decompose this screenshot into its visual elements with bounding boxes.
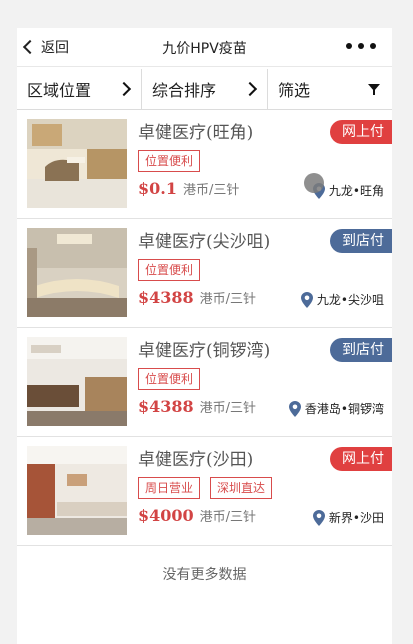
tag-list: 周日营业 深圳直达 — [138, 477, 273, 499]
location-pin-icon — [288, 400, 301, 417]
navigation-bar: 返回 九价HPV疫苗 — [17, 28, 392, 67]
page-title: 九价HPV疫苗 — [162, 41, 247, 57]
payment-badge: 网上付 — [330, 120, 392, 144]
price-unit: 港币/三针 — [182, 183, 240, 198]
clinic-name: 卓健医疗(铜锣湾) — [138, 341, 271, 361]
price-value: $4388 — [138, 288, 194, 307]
more-dots-icon — [358, 43, 364, 49]
clinic-photo — [27, 228, 127, 317]
feature-tag: 位置便利 — [138, 259, 201, 281]
location-pin-icon — [300, 291, 313, 308]
feature-tag: 位置便利 — [138, 150, 201, 172]
clinic-name: 卓健医疗(尖沙咀) — [138, 232, 271, 252]
location-label: 九龙•尖沙咀 — [316, 293, 384, 307]
chevron-right-icon — [242, 81, 258, 97]
clinic-photo — [27, 337, 127, 426]
clinic-item-tsimshatsui[interactable]: 卓健医疗(尖沙咀) 到店付 位置便利 $4388 港币/三针 九龙•尖沙咀 — [17, 219, 392, 328]
filter-icon — [368, 84, 380, 95]
app-screen: 返回 九价HPV疫苗 区域位置 综合排序 筛选 卓健医疗(旺角) 网上付 位置便… — [17, 28, 392, 644]
more-dots-icon — [370, 43, 376, 49]
payment-badge: 到店付 — [330, 338, 392, 362]
price-value: $0.1 — [138, 179, 177, 198]
price: $4388 港币/三针 — [138, 288, 256, 307]
price-value: $4388 — [138, 397, 194, 416]
tag-list: 位置便利 — [138, 368, 201, 390]
price-unit: 港币/三针 — [199, 401, 257, 416]
clinic-item-mongkok[interactable]: 卓健医疗(旺角) 网上付 位置便利 $0.1 港币/三针 九龙•旺角 — [17, 110, 392, 219]
location-pin-icon — [312, 509, 325, 526]
filter-region-label: 区域位置 — [27, 81, 92, 100]
clinic-list: 卓健医疗(旺角) 网上付 位置便利 $0.1 港币/三针 九龙•旺角 卓健医疗(… — [17, 110, 392, 546]
location: 九龙•尖沙咀 — [300, 291, 384, 308]
location: 香港岛•铜锣湾 — [288, 400, 384, 417]
tag-list: 位置便利 — [138, 150, 201, 172]
price: $4388 港币/三针 — [138, 397, 256, 416]
price: $4000 港币/三针 — [138, 506, 256, 525]
price-unit: 港币/三针 — [199, 292, 257, 307]
price-unit: 港币/三针 — [199, 510, 257, 525]
chevron-right-icon — [116, 81, 132, 97]
price: $0.1 港币/三针 — [138, 179, 239, 198]
filter-screen[interactable]: 筛选 — [267, 69, 392, 109]
more-dots-icon — [346, 43, 352, 49]
clinic-item-causewaybay[interactable]: 卓健医疗(铜锣湾) 到店付 位置便利 $4388 港币/三针 香港岛•铜锣湾 — [17, 328, 392, 437]
more-button[interactable] — [346, 38, 376, 54]
clinic-photo — [27, 119, 127, 208]
filter-sort[interactable]: 综合排序 — [141, 69, 267, 109]
location-label: 九龙•旺角 — [328, 184, 384, 198]
filter-sort-label: 综合排序 — [152, 81, 217, 100]
payment-badge: 到店付 — [330, 229, 392, 253]
clinic-photo — [27, 446, 127, 535]
price-value: $4000 — [138, 506, 194, 525]
feature-tag: 周日营业 — [138, 477, 201, 499]
feature-tag: 深圳直达 — [210, 477, 273, 499]
clinic-name: 卓健医疗(沙田) — [138, 450, 254, 470]
touch-indicator — [304, 173, 324, 193]
tag-list: 位置便利 — [138, 259, 201, 281]
filter-bar: 区域位置 综合排序 筛选 — [17, 69, 392, 110]
feature-tag: 位置便利 — [138, 368, 201, 390]
filter-screen-label: 筛选 — [278, 81, 311, 100]
location-label: 香港岛•铜锣湾 — [304, 402, 384, 416]
location-label: 新界•沙田 — [328, 511, 384, 525]
payment-badge: 网上付 — [330, 447, 392, 471]
clinic-item-shatin[interactable]: 卓健医疗(沙田) 网上付 周日营业 深圳直达 $4000 港币/三针 新界•沙田 — [17, 437, 392, 546]
filter-region[interactable]: 区域位置 — [17, 69, 141, 109]
location: 新界•沙田 — [312, 509, 384, 526]
clinic-name: 卓健医疗(旺角) — [138, 123, 254, 143]
no-more-data-text: 没有更多数据 — [162, 567, 247, 583]
